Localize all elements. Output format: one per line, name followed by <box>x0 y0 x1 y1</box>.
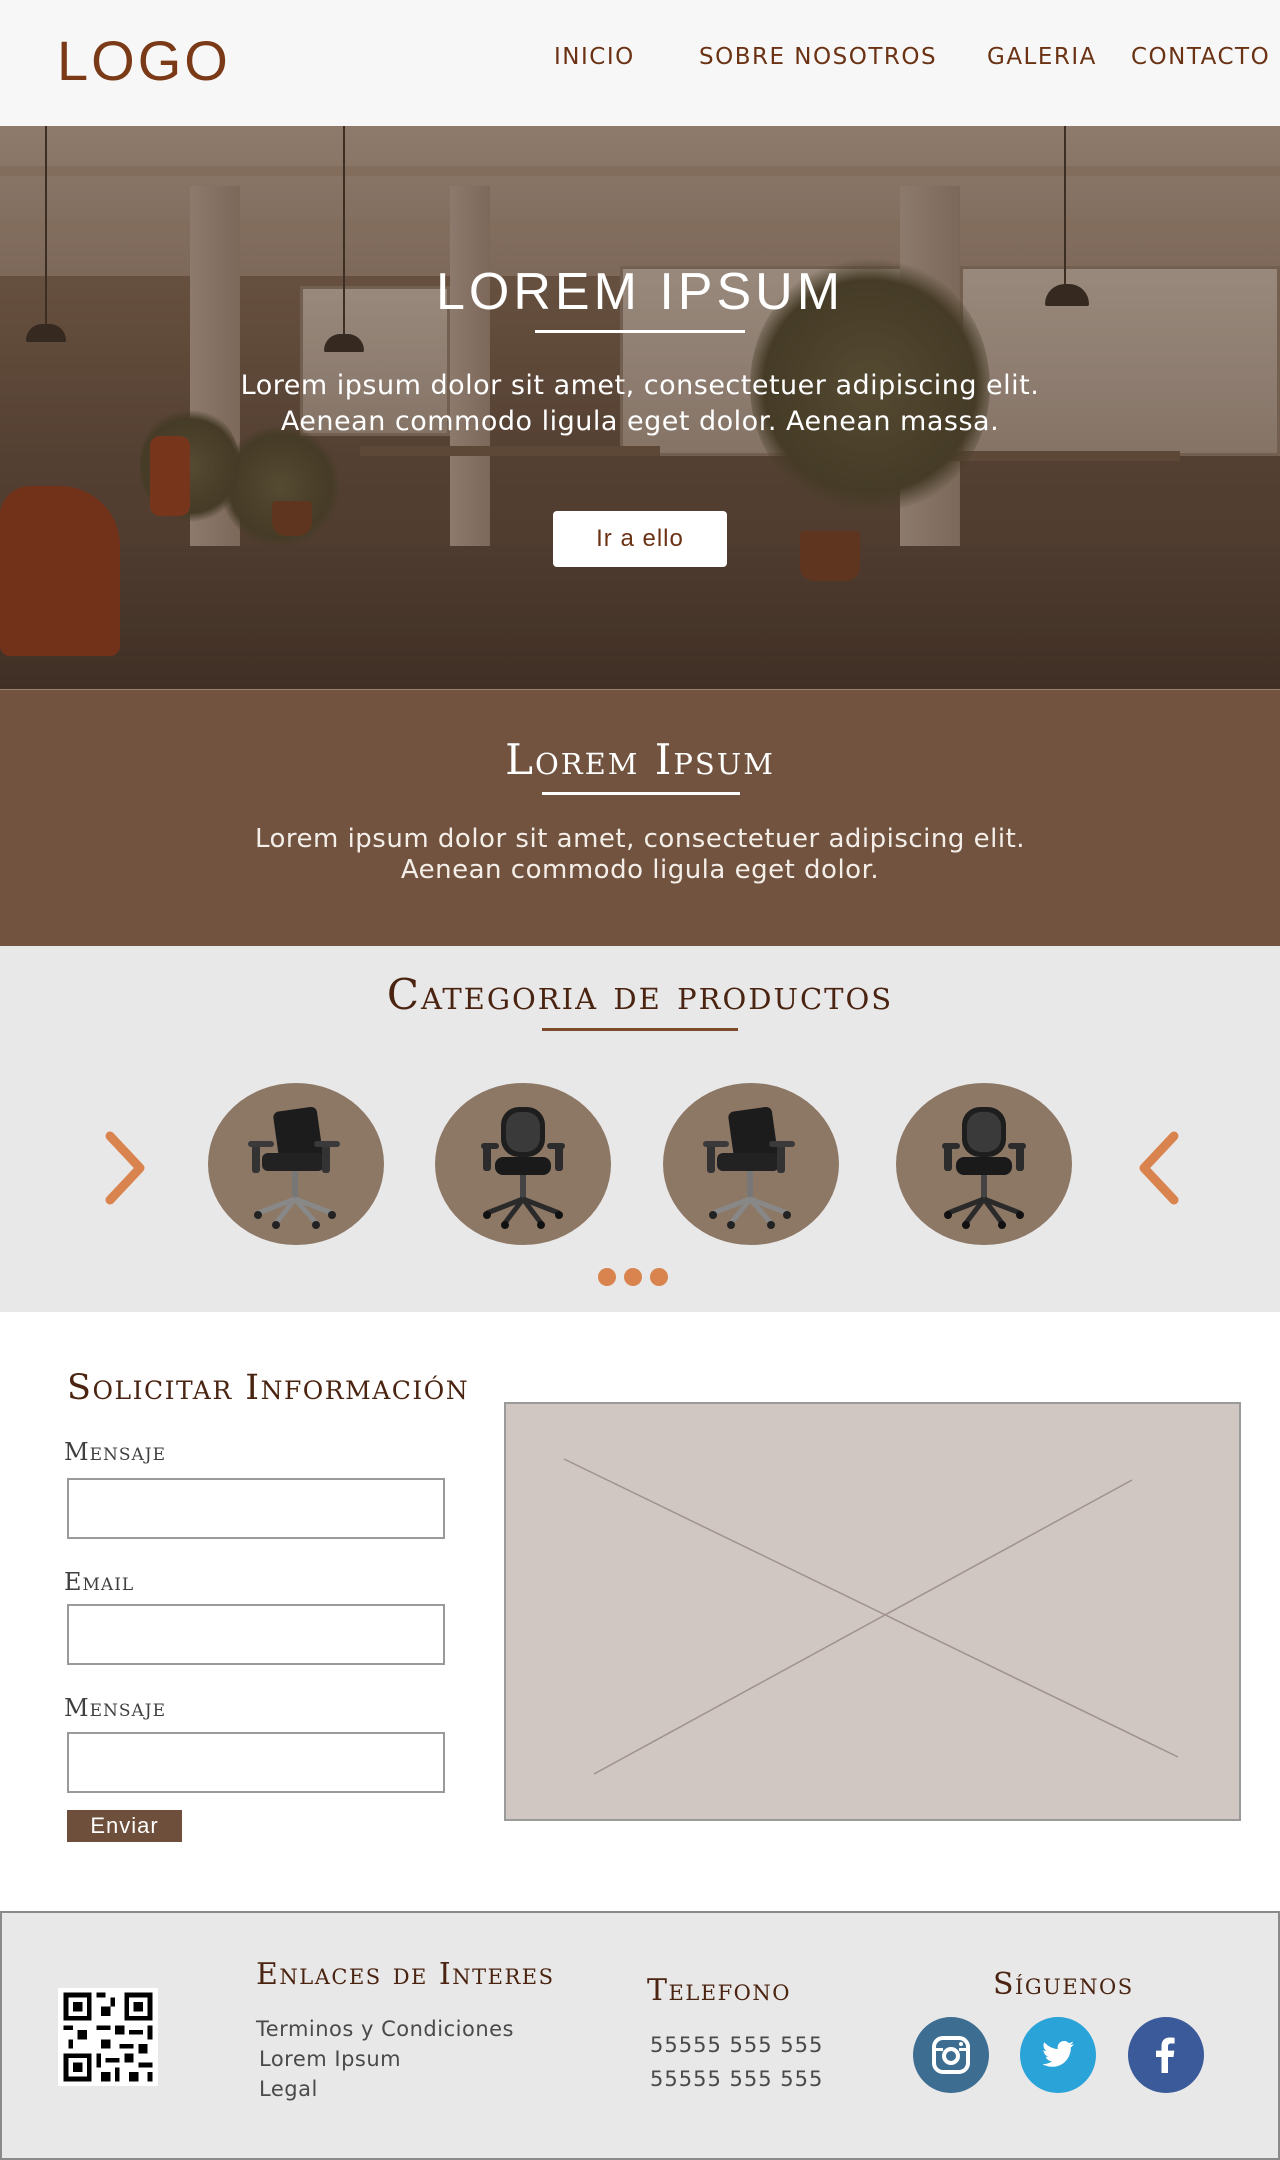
image-placeholder <box>504 1402 1241 1821</box>
carousel-next-arrow-icon[interactable] <box>1128 1128 1188 1208</box>
submit-button[interactable]: Enviar <box>67 1810 182 1842</box>
categories-title: Categoria de productos <box>386 970 894 1019</box>
email-input[interactable] <box>67 1604 445 1665</box>
nav-link-contacto[interactable]: CONTACTO <box>1131 44 1270 70</box>
form-title: Solicitar Información <box>67 1368 470 1408</box>
footer-link-terms[interactable]: Terminos y Condiciones <box>256 2017 514 2041</box>
message-input[interactable] <box>67 1478 445 1539</box>
links-heading: Enlaces de Interes <box>256 1957 555 1992</box>
carousel-prev-arrow-icon[interactable] <box>96 1128 156 1208</box>
mesh-office-chair-icon <box>481 1107 565 1229</box>
hero-title-underline <box>535 330 745 333</box>
nav-link-sobre-nosotros[interactable]: SOBRE NOSOTROS <box>699 44 937 70</box>
message-field-label: Mensaje <box>64 1438 167 1466</box>
hero-description: Lorem ipsum dolor sit amet, consectetuer… <box>240 370 1040 437</box>
instagram-icon <box>932 2036 970 2074</box>
intro-section: Lorem Ipsum Lorem ipsum dolor sit amet, … <box>0 689 1280 946</box>
social-heading: Síguenos <box>993 1967 1134 2002</box>
mesh-office-chair-icon <box>942 1107 1026 1229</box>
intro-description: Lorem ipsum dolor sit amet, consectetuer… <box>254 824 1026 885</box>
phone-heading: Telefono <box>647 1973 791 2008</box>
nav-link-galeria[interactable]: GALERIA <box>987 44 1097 70</box>
logo[interactable]: LOGO <box>57 28 231 93</box>
twitter-icon <box>1042 2041 1074 2067</box>
product-category-item[interactable] <box>663 1083 839 1245</box>
hero-banner: LOREM IPSUM Lorem ipsum dolor sit amet, … <box>0 126 1280 689</box>
carousel-dot[interactable] <box>624 1268 642 1286</box>
product-category-item[interactable] <box>896 1083 1072 1245</box>
instagram-link[interactable] <box>913 2017 989 2093</box>
categories-title-underline <box>542 1028 738 1031</box>
qr-code-icon <box>58 1988 158 2086</box>
facebook-link[interactable] <box>1128 2017 1204 2093</box>
phone-number: 55555 555 555 <box>650 2033 824 2057</box>
message-input-2[interactable] <box>67 1732 445 1793</box>
product-category-item[interactable] <box>208 1083 384 1245</box>
placeholder-cross-icon <box>563 1458 1179 1775</box>
footer-link-lorem[interactable]: Lorem Ipsum <box>259 2047 401 2071</box>
hero-cta-button[interactable]: Ir a ello <box>553 511 727 567</box>
message-field-label-2: Mensaje <box>64 1694 167 1722</box>
site-footer: Enlaces de Interes Terminos y Condicione… <box>0 1911 1280 2160</box>
hero-title: LOREM IPSUM <box>435 263 845 321</box>
twitter-link[interactable] <box>1020 2017 1096 2093</box>
nav-link-inicio[interactable]: INICIO <box>554 44 635 70</box>
email-field-label: Email <box>64 1568 135 1596</box>
site-header: LOGO INICIO SOBRE NOSOTROS GALERIA CONTA… <box>0 0 1280 126</box>
office-chair-icon <box>248 1106 340 1229</box>
carousel-dot[interactable] <box>598 1268 616 1286</box>
facebook-icon <box>1156 2037 1175 2073</box>
office-chair-icon <box>703 1106 795 1229</box>
footer-link-legal[interactable]: Legal <box>259 2077 318 2101</box>
intro-title: Lorem Ipsum <box>505 735 775 784</box>
carousel-dot[interactable] <box>650 1268 668 1286</box>
phone-number: 55555 555 555 <box>650 2067 824 2091</box>
product-categories-section: Categoria de productos <box>0 946 1280 1312</box>
product-category-item[interactable] <box>435 1083 611 1245</box>
intro-title-underline <box>542 792 740 795</box>
